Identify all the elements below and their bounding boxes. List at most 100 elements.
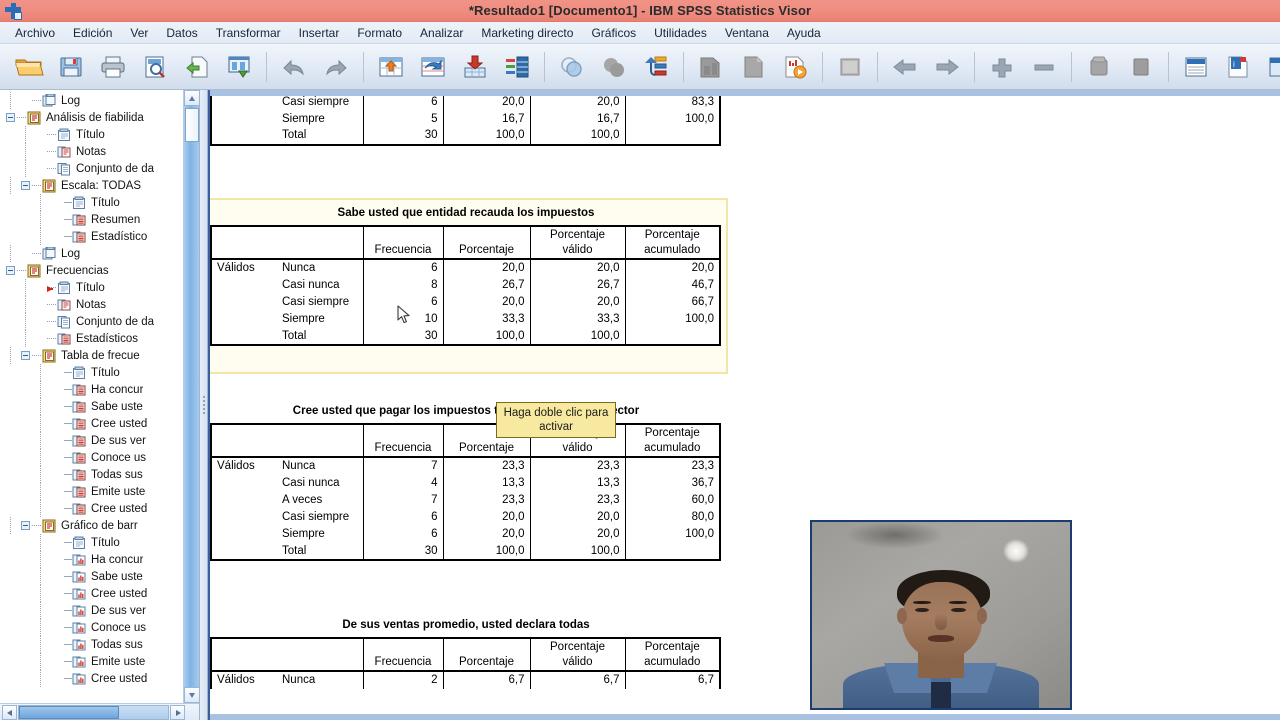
select-cases-icon[interactable] bbox=[774, 47, 816, 87]
insert-object-icon[interactable] bbox=[1259, 47, 1280, 87]
outline-node[interactable]: De sus ver bbox=[0, 432, 183, 449]
outline-node[interactable]: Cree usted bbox=[0, 500, 183, 517]
table-row[interactable]: Siempre516,716,7100,0 bbox=[211, 110, 720, 127]
redo-icon[interactable] bbox=[315, 47, 357, 87]
outline-node[interactable]: Análisis de fiabilida bbox=[0, 109, 183, 126]
outline-node[interactable]: Conjunto de da bbox=[0, 313, 183, 330]
menu-datos[interactable]: Datos bbox=[157, 24, 206, 42]
outline-expander-collapse[interactable] bbox=[6, 266, 15, 275]
table-row[interactable]: Siempre620,020,0100,0 bbox=[211, 526, 720, 543]
menu-insertar[interactable]: Insertar bbox=[290, 24, 349, 42]
split-file-icon[interactable] bbox=[690, 47, 732, 87]
outline-node[interactable]: Cree usted bbox=[0, 585, 183, 602]
frequency-table-block[interactable]: Sabe usted que entidad recauda los impue… bbox=[210, 202, 722, 346]
table-row[interactable]: A veces723,323,360,0 bbox=[211, 492, 720, 509]
outline-node[interactable]: Notas bbox=[0, 143, 183, 160]
menu-marketing-directo[interactable]: Marketing directo bbox=[472, 24, 582, 42]
outline-node[interactable]: Notas bbox=[0, 296, 183, 313]
find-icon[interactable] bbox=[593, 47, 635, 87]
frequency-table[interactable]: FrecuenciaPorcentajePorcentajeválidoPorc… bbox=[210, 637, 721, 689]
export-document-icon[interactable] bbox=[176, 47, 218, 87]
outline-node[interactable]: Todas sus bbox=[0, 466, 183, 483]
scroll-thumb[interactable] bbox=[185, 108, 199, 142]
scroll-up-button[interactable] bbox=[184, 90, 199, 106]
outline-node[interactable]: Título bbox=[0, 364, 183, 381]
outline-node[interactable]: Frecuencias bbox=[0, 262, 183, 279]
show-icon[interactable] bbox=[1120, 47, 1162, 87]
table-row[interactable]: Total30100,0100,0 bbox=[211, 127, 720, 145]
table-row[interactable]: Total30100,0100,0 bbox=[211, 328, 720, 346]
menu-utilidades[interactable]: Utilidades bbox=[645, 24, 716, 42]
outline-node[interactable]: Emite uste bbox=[0, 483, 183, 500]
menu-ventana[interactable]: Ventana bbox=[716, 24, 778, 42]
outline-node[interactable]: Todas sus bbox=[0, 636, 183, 653]
table-row[interactable]: Casi siempre620,020,066,7 bbox=[211, 294, 720, 311]
menu-ayuda[interactable]: Ayuda bbox=[778, 24, 830, 42]
outline-node[interactable]: Título bbox=[0, 194, 183, 211]
save-icon[interactable] bbox=[50, 47, 92, 87]
recall-dialogs-icon[interactable] bbox=[218, 47, 260, 87]
outline-node[interactable]: Título bbox=[0, 534, 183, 551]
hscroll-track[interactable] bbox=[18, 705, 169, 720]
outline-node[interactable]: Cree usted bbox=[0, 415, 183, 432]
insert-text-icon[interactable]: i bbox=[1217, 47, 1259, 87]
output-viewer[interactable]: A veces620,020,063,3Casi siempre620,020,… bbox=[208, 90, 1280, 720]
scroll-down-button[interactable] bbox=[184, 687, 199, 703]
print-preview-icon[interactable] bbox=[134, 47, 176, 87]
outline-node[interactable]: Ha concur bbox=[0, 551, 183, 568]
outline-node[interactable]: Estadísticos bbox=[0, 330, 183, 347]
menu-edicion[interactable]: Edición bbox=[64, 24, 121, 42]
hscroll-left-button[interactable] bbox=[2, 705, 17, 720]
table-row[interactable]: Siempre1033,333,3100,0 bbox=[211, 311, 720, 328]
frequency-table-block[interactable]: De sus ventas promedio, usted declara to… bbox=[210, 614, 722, 689]
outline-node[interactable]: Conoce us bbox=[0, 449, 183, 466]
hide-icon[interactable] bbox=[1078, 47, 1120, 87]
hscroll-thumb[interactable] bbox=[19, 706, 119, 719]
frequency-table[interactable]: FrecuenciaPorcentajePorcentajeválidoPorc… bbox=[210, 225, 721, 346]
scroll-track[interactable] bbox=[184, 106, 199, 687]
table-row[interactable]: VálidosNunca26,76,76,7 bbox=[211, 671, 720, 689]
outline-node[interactable]: Título bbox=[0, 126, 183, 143]
outline-horizontal-scrollbar[interactable] bbox=[0, 703, 199, 720]
outline-node[interactable]: Escala: TODAS bbox=[0, 177, 183, 194]
insert-title-icon[interactable] bbox=[1175, 47, 1217, 87]
table-row[interactable]: Total30100,0100,0 bbox=[211, 543, 720, 561]
outline-node[interactable]: Tabla de frecue bbox=[0, 347, 183, 364]
collapse-minus-icon[interactable] bbox=[1023, 47, 1065, 87]
output-document[interactable]: A veces620,020,063,3Casi siempre620,020,… bbox=[210, 90, 1280, 720]
outline-node[interactable]: Resumen bbox=[0, 211, 183, 228]
menu-archivo[interactable]: Archivo bbox=[6, 24, 64, 42]
webcam-overlay[interactable] bbox=[810, 520, 1072, 710]
value-labels-icon[interactable] bbox=[829, 47, 871, 87]
run-descriptives-icon[interactable] bbox=[551, 47, 593, 87]
variables-icon[interactable] bbox=[496, 47, 538, 87]
outline-expander-collapse[interactable] bbox=[21, 181, 30, 190]
outline-expander-collapse[interactable] bbox=[21, 351, 30, 360]
frequency-table-block[interactable]: A veces620,020,063,3Casi siempre620,020,… bbox=[210, 90, 721, 146]
frequency-table[interactable]: A veces620,020,063,3Casi siempre620,020,… bbox=[210, 90, 721, 146]
print-icon[interactable] bbox=[92, 47, 134, 87]
outline-node[interactable]: Estadístico bbox=[0, 228, 183, 245]
table-row[interactable]: Casi siempre620,020,080,0 bbox=[211, 509, 720, 526]
table-row[interactable]: Casi nunca826,726,746,7 bbox=[211, 277, 720, 294]
table-row[interactable]: VálidosNunca723,323,323,3 bbox=[211, 457, 720, 475]
outline-expander-collapse[interactable] bbox=[21, 521, 30, 530]
table-row[interactable]: VálidosNunca620,020,020,0 bbox=[211, 259, 720, 277]
outline-tree[interactable]: LogAnálisis de fiabilidaTítuloNotasConju… bbox=[0, 92, 183, 703]
weight-cases-icon[interactable] bbox=[732, 47, 774, 87]
outline-node[interactable]: Conoce us bbox=[0, 619, 183, 636]
back-arrow-icon[interactable] bbox=[884, 47, 926, 87]
outline-node[interactable]: Log bbox=[0, 92, 183, 109]
menu-formato[interactable]: Formato bbox=[348, 24, 411, 42]
menu-graficos[interactable]: Gráficos bbox=[582, 24, 645, 42]
goto-case-icon[interactable] bbox=[370, 47, 412, 87]
outline-expander-collapse[interactable] bbox=[6, 113, 15, 122]
outline-node[interactable]: Emite uste bbox=[0, 653, 183, 670]
frequency-table[interactable]: FrecuenciaPorcentajePorcentajeválidoPorc… bbox=[210, 423, 721, 561]
forward-arrow-icon[interactable] bbox=[926, 47, 968, 87]
outline-node[interactable]: Ha concur bbox=[0, 381, 183, 398]
insert-cases-icon[interactable] bbox=[635, 47, 677, 87]
goto-variable-icon[interactable] bbox=[412, 47, 454, 87]
expand-plus-icon[interactable] bbox=[981, 47, 1023, 87]
panel-splitter[interactable] bbox=[200, 90, 208, 720]
